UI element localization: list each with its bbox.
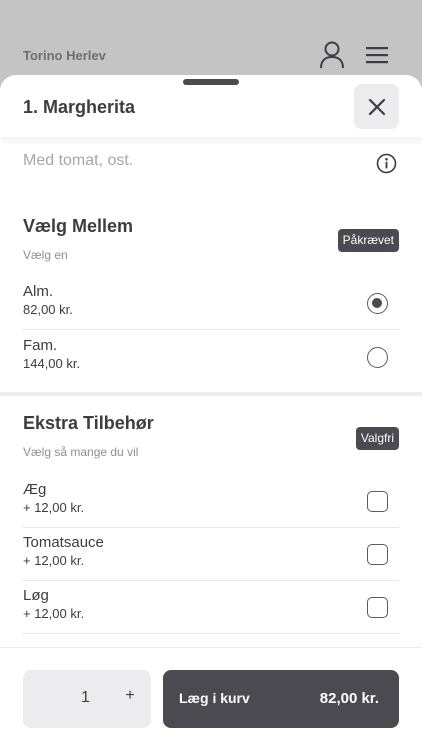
hamburger-menu-icon[interactable] xyxy=(364,44,390,66)
option-row-tomatsauce[interactable]: Tomatsauce + 12,00 kr. xyxy=(23,528,399,581)
checkbox[interactable] xyxy=(367,491,388,512)
total-price: 82,00 kr. xyxy=(319,690,379,707)
group-title: Vælg Mellem xyxy=(23,216,134,236)
option-name: Æg xyxy=(23,481,47,498)
checkbox[interactable] xyxy=(367,597,388,618)
radio-button-selected[interactable] xyxy=(367,293,388,314)
product-description: Med tomat, ost. xyxy=(23,152,134,169)
info-icon[interactable] xyxy=(376,153,397,174)
checkbox[interactable] xyxy=(367,544,388,565)
option-price: + 12,00 kr. xyxy=(23,606,85,621)
option-name: Fam. xyxy=(23,337,58,354)
group-title: Ekstra Tilbehør xyxy=(23,413,154,433)
add-to-cart-label: Læg i kurv xyxy=(179,690,250,706)
close-icon xyxy=(368,98,385,115)
add-to-cart-button[interactable]: Læg i kurv 82,00 kr. xyxy=(163,670,399,728)
group-subtitle: Vælg en xyxy=(23,248,68,262)
quantity-stepper[interactable]: 1 + xyxy=(23,670,151,728)
sheet-header: 1. Margherita xyxy=(0,84,422,137)
option-row-log[interactable]: Løg + 12,00 kr. xyxy=(23,581,399,634)
option-name: Løg xyxy=(23,587,49,604)
product-options-sheet: 1. Margherita Med tomat, ost. Vælg Melle… xyxy=(0,75,422,750)
options-scroll-area[interactable]: Med tomat, ost. Vælg Mellem Påkrævet Væl… xyxy=(0,137,422,647)
close-button[interactable] xyxy=(354,84,399,129)
option-row-aeg[interactable]: Æg + 12,00 kr. xyxy=(23,475,399,528)
product-title: 1. Margherita xyxy=(23,97,136,117)
cart-footer: 1 + Læg i kurv 82,00 kr. xyxy=(0,647,422,750)
group-subtitle: Vælg så mange du vil xyxy=(23,445,139,459)
option-price: 144,00 kr. xyxy=(23,356,81,371)
quantity-value: 1 xyxy=(81,689,90,706)
option-name: Alm. xyxy=(23,283,53,300)
option-price: 82,00 kr. xyxy=(23,302,73,317)
quantity-increase-button[interactable]: + xyxy=(119,687,141,709)
section-divider xyxy=(0,392,422,396)
option-price: + 12,00 kr. xyxy=(23,500,85,515)
radio-button[interactable] xyxy=(367,347,388,368)
store-name: Torino Herlev xyxy=(23,48,106,63)
option-name: Tomatsauce xyxy=(23,534,104,551)
required-badge: Påkrævet xyxy=(337,229,399,252)
user-icon[interactable] xyxy=(318,40,346,70)
option-row-fam[interactable]: Fam. 144,00 kr. xyxy=(23,331,399,384)
optional-badge: Valgfri xyxy=(355,427,399,450)
option-row-alm[interactable]: Alm. 82,00 kr. xyxy=(23,277,399,330)
option-price: + 12,00 kr. xyxy=(23,553,85,568)
app-header: Torino Herlev xyxy=(0,0,422,80)
